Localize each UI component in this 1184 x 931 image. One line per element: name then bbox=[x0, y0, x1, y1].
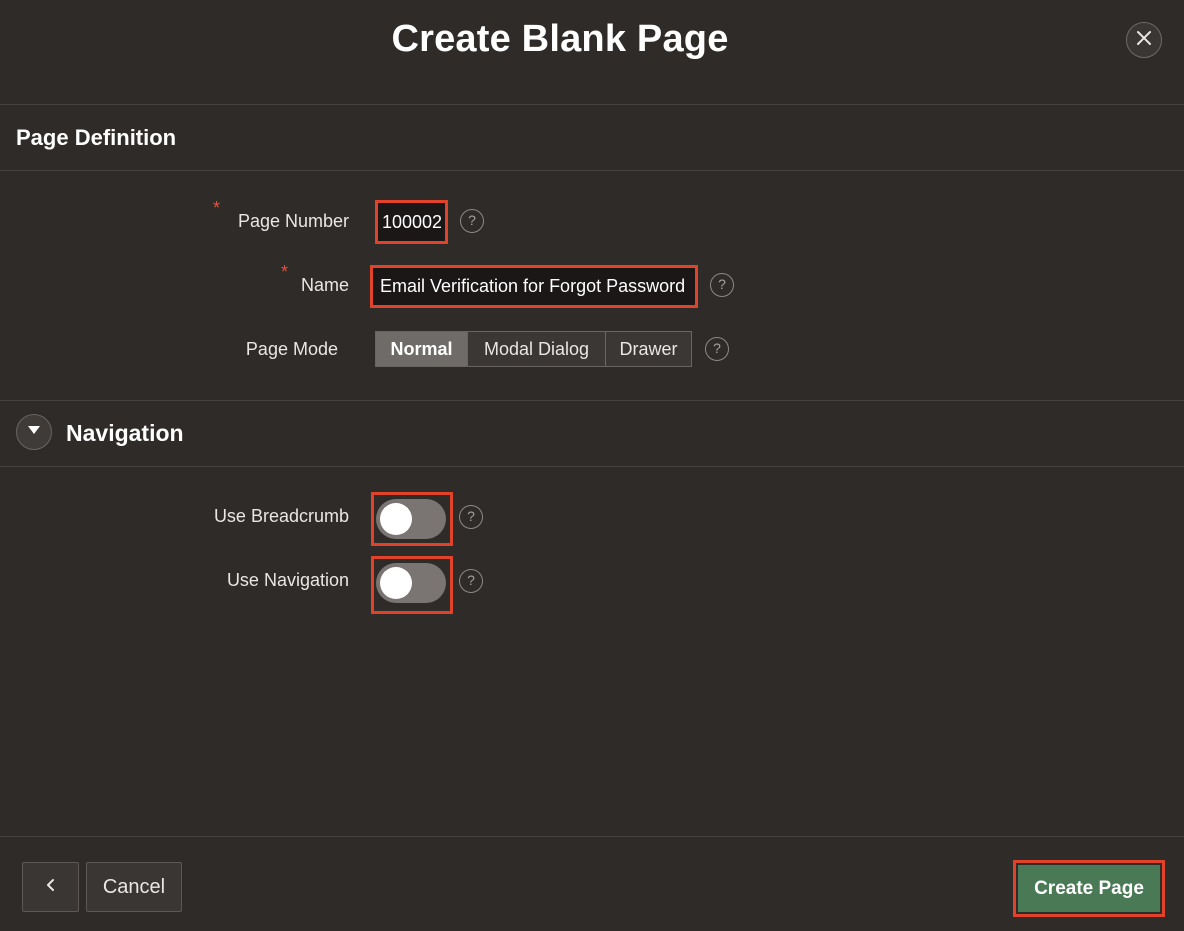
required-marker: * bbox=[281, 262, 289, 282]
dialog-footer: Cancel Create Page bbox=[0, 836, 1184, 931]
use-navigation-label: Use Navigation bbox=[226, 570, 349, 590]
page-number-label: Page Number bbox=[237, 211, 349, 231]
page-definition-header: Page Definition bbox=[0, 105, 1184, 171]
required-marker: * bbox=[213, 198, 221, 218]
use-breadcrumb-label: Use Breadcrumb bbox=[213, 506, 349, 526]
help-icon[interactable]: ? bbox=[705, 337, 729, 361]
chevron-down-icon bbox=[27, 423, 41, 441]
create-page-button[interactable]: Create Page bbox=[1018, 865, 1160, 912]
close-button[interactable] bbox=[1126, 22, 1162, 58]
toggle-knob bbox=[380, 503, 412, 535]
use-breadcrumb-toggle[interactable] bbox=[376, 499, 446, 539]
help-icon[interactable]: ? bbox=[459, 569, 483, 593]
chevron-left-icon bbox=[45, 876, 57, 899]
dialog-title: Create Blank Page bbox=[391, 18, 729, 60]
name-input[interactable] bbox=[373, 268, 695, 305]
back-button[interactable] bbox=[22, 862, 79, 912]
section-title-navigation: Navigation bbox=[66, 420, 184, 446]
help-icon[interactable]: ? bbox=[710, 273, 734, 297]
dialog-header: Create Blank Page bbox=[0, 0, 1184, 105]
close-icon bbox=[1135, 29, 1153, 52]
section-title-page-definition: Page Definition bbox=[16, 125, 177, 150]
page-mode-label: Page Mode bbox=[245, 339, 338, 359]
page-mode-modal-dialog[interactable]: Modal Dialog bbox=[467, 331, 606, 367]
help-icon[interactable]: ? bbox=[460, 209, 484, 233]
page-number-input[interactable] bbox=[378, 203, 445, 241]
page-mode-normal[interactable]: Normal bbox=[375, 331, 468, 367]
cancel-button[interactable]: Cancel bbox=[86, 862, 182, 912]
toggle-knob bbox=[380, 567, 412, 599]
name-label: Name bbox=[300, 275, 349, 295]
navigation-header: Navigation bbox=[0, 400, 1184, 467]
use-navigation-toggle[interactable] bbox=[376, 563, 446, 603]
navigation-collapse-button[interactable] bbox=[16, 414, 52, 450]
help-icon[interactable]: ? bbox=[459, 505, 483, 529]
page-mode-drawer[interactable]: Drawer bbox=[605, 331, 692, 367]
